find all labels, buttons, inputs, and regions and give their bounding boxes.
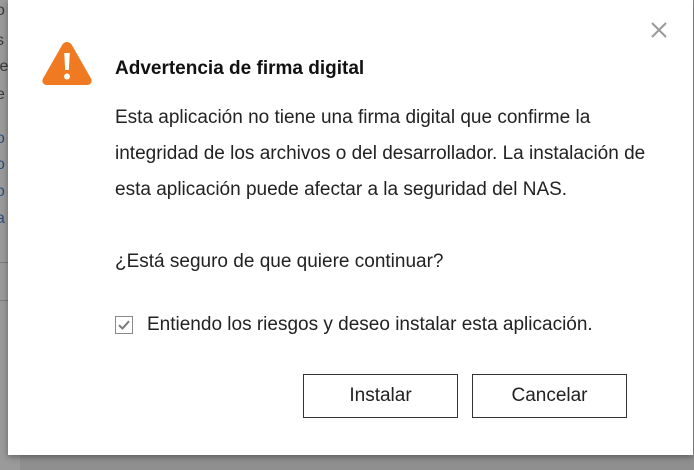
close-icon <box>651 22 667 38</box>
dialog-title: Advertencia de firma digital <box>115 58 365 79</box>
warning-icon <box>41 40 93 86</box>
close-button[interactable] <box>649 20 669 40</box>
checkmark-icon <box>118 320 130 330</box>
background-link: o <box>0 156 5 173</box>
accept-risk-checkbox-row[interactable]: Entiendo los riesgos y deseo instalar es… <box>115 314 593 336</box>
dialog-message: Esta aplicación no tiene una firma digit… <box>115 107 646 200</box>
background-text: s <box>0 32 4 49</box>
checkbox-label: Entiendo los riesgos y deseo instalar es… <box>147 314 593 335</box>
background-link: o <box>0 183 5 200</box>
signature-warning-dialog: Advertencia de firma digital Esta aplica… <box>8 0 693 455</box>
background-text: e <box>0 86 5 103</box>
accept-risk-checkbox[interactable] <box>115 316 133 334</box>
dialog-question: ¿Está seguro de que quiere continuar? <box>115 251 444 272</box>
background-link: o <box>0 130 5 147</box>
install-button[interactable]: Instalar <box>303 374 458 418</box>
background-link: a <box>0 210 5 227</box>
cancel-button[interactable]: Cancelar <box>472 374 627 418</box>
background-text: o <box>0 2 5 19</box>
